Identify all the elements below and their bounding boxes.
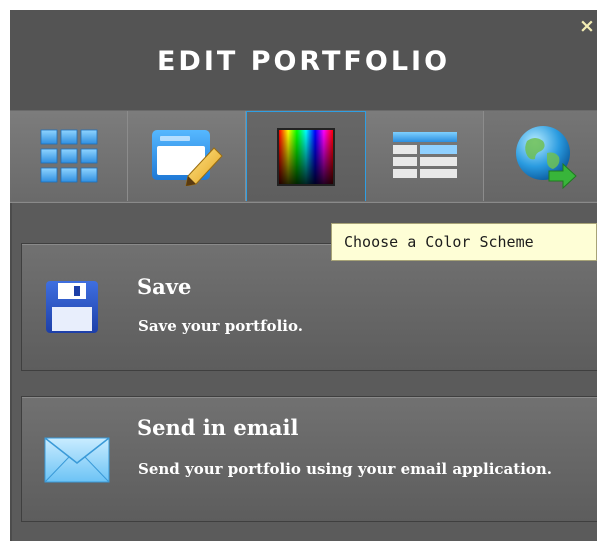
tab-layout-grid[interactable] <box>10 111 128 201</box>
save-description: Save your portfolio. <box>138 317 303 335</box>
tab-edit-layout[interactable] <box>128 111 246 201</box>
panel-title: EDIT PORTFOLIO <box>156 46 451 77</box>
panel-header: EDIT PORTFOLIO × <box>10 10 597 111</box>
color-scheme-tooltip: Choose a Color Scheme <box>331 223 597 261</box>
send-email-button[interactable]: Send in email Send your portfolio using … <box>21 396 597 522</box>
color-spectrum-icon <box>277 127 335 186</box>
envelope-icon <box>44 437 110 483</box>
save-button[interactable]: Save Save your portfolio. <box>21 243 597 371</box>
tab-publish-web[interactable] <box>484 111 597 201</box>
toolbar-tabs <box>10 111 597 203</box>
globe-arrow-icon <box>516 126 577 189</box>
list-table-icon <box>392 132 457 178</box>
pencil-window-icon <box>151 130 223 186</box>
grid-icon <box>40 129 97 183</box>
floppy-disk-icon <box>46 281 98 333</box>
panel-left-edge <box>10 203 12 541</box>
email-title: Send in email <box>137 415 299 440</box>
close-icon[interactable]: × <box>579 17 595 36</box>
tab-list-view[interactable] <box>366 111 484 201</box>
tab-color-scheme[interactable] <box>246 111 366 201</box>
email-description: Send your portfolio using your email app… <box>138 460 553 478</box>
save-title: Save <box>137 274 192 299</box>
edit-portfolio-panel: EDIT PORTFOLIO × Save Save your portfoli… <box>10 10 597 541</box>
